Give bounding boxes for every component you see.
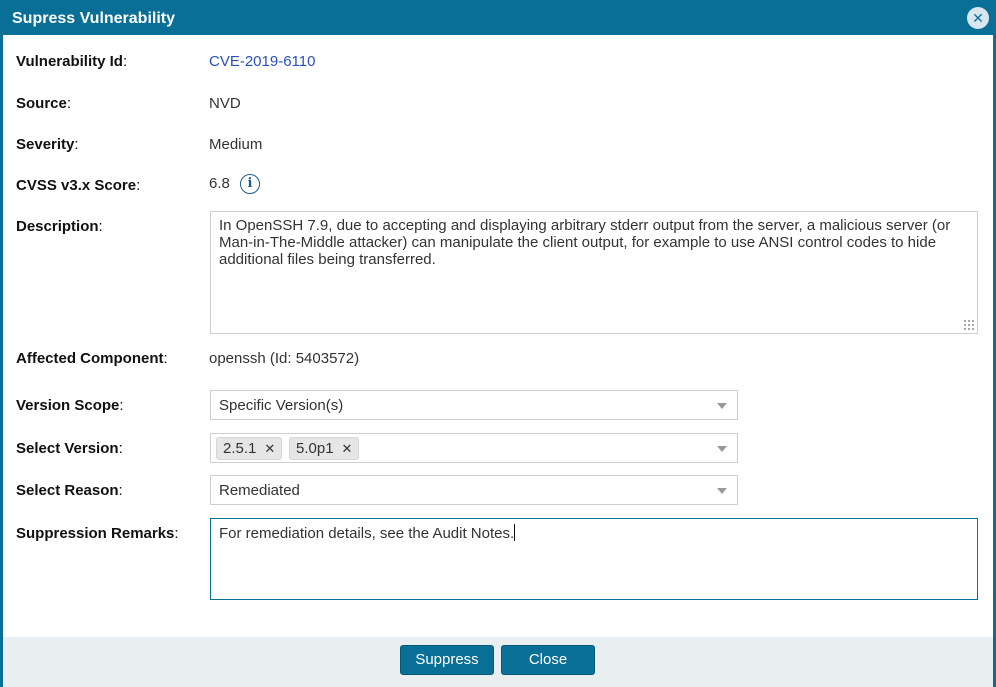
colon: : <box>118 440 123 457</box>
chevron-down-icon[interactable] <box>717 446 727 452</box>
version-scope-label: Version Scope: <box>16 397 124 414</box>
dialog-footer <box>3 637 993 687</box>
suppression-remarks-label-text: Suppression Remarks <box>16 525 175 542</box>
colon: : <box>98 218 103 235</box>
colon: : <box>74 136 79 153</box>
cvss-label-text: CVSS v3.x Score <box>16 177 137 194</box>
colon: : <box>119 397 124 414</box>
version-tag-label: 2.5.1 <box>223 440 257 457</box>
vulnerability-id-link[interactable]: CVE-2019-6110 <box>209 53 315 70</box>
colon: : <box>163 350 168 367</box>
source-label-text: Source <box>16 95 67 112</box>
version-scope-selected: Specific Version(s) <box>219 397 344 414</box>
select-version-label: Select Version: <box>16 440 123 457</box>
resize-grip-icon[interactable] <box>963 319 975 331</box>
suppress-vulnerability-dialog: Supress Vulnerability ✕ Vulnerability Id… <box>0 0 996 687</box>
suppression-remarks-textarea[interactable]: For remediation details, see the Audit N… <box>210 518 978 600</box>
select-reason-select[interactable]: Remediated <box>210 475 738 505</box>
remove-tag-icon[interactable]: ✕ <box>264 441 275 456</box>
suppression-remarks-label: Suppression Remarks: <box>16 525 179 542</box>
colon: : <box>118 482 123 499</box>
colon: : <box>122 53 128 70</box>
affected-component-value: openssh (Id: 5403572) <box>209 350 360 367</box>
suppression-remarks-text: For remediation details, see the Audit N… <box>219 525 515 542</box>
dialog-title: Supress Vulnerability <box>12 10 176 27</box>
description-label-text: Description <box>16 218 99 235</box>
info-icon[interactable]: i <box>240 174 261 194</box>
description-label: Description: <box>16 218 103 235</box>
severity-label: Severity: <box>16 136 79 153</box>
cvss-score: 6.8 <box>209 174 230 192</box>
affected-component-label-text: Affected Component <box>16 350 164 367</box>
vulnerability-id-label-text: Vulnerability Id <box>16 53 123 70</box>
version-tag-label: 5.0p1 <box>296 440 334 457</box>
version-scope-label-text: Version Scope <box>16 397 120 414</box>
select-version-multiselect[interactable]: 2.5.1 ✕ 5.0p1 ✕ <box>210 433 738 463</box>
text-cursor <box>514 524 516 541</box>
remove-tag-icon[interactable]: ✕ <box>342 441 353 456</box>
select-reason-label: Select Reason: <box>16 482 123 499</box>
colon: : <box>136 177 141 194</box>
select-reason-selected: Remediated <box>219 482 300 499</box>
select-reason-label-text: Select Reason <box>16 482 119 499</box>
version-tag: 2.5.1 ✕ <box>216 437 283 460</box>
vulnerability-id-label: Vulnerability Id: <box>16 53 127 70</box>
description-textarea[interactable]: In OpenSSH 7.9, due to accepting and dis… <box>210 211 978 334</box>
version-tag: 5.0p1 ✕ <box>289 437 360 460</box>
cvss-value-wrapper: 6.8 i <box>209 174 261 194</box>
cvss-label: CVSS v3.x Score: <box>16 177 140 194</box>
dialog-titlebar: Supress Vulnerability ✕ <box>3 3 993 35</box>
close-icon[interactable]: ✕ <box>967 7 989 29</box>
affected-component-label: Affected Component: <box>16 350 168 367</box>
suppress-button[interactable]: Suppress <box>400 645 494 675</box>
close-button[interactable]: Close <box>501 645 595 675</box>
colon: : <box>174 525 179 542</box>
chevron-down-icon[interactable] <box>717 488 727 494</box>
description-text: In OpenSSH 7.9, due to accepting and dis… <box>219 217 951 268</box>
colon: : <box>66 95 72 112</box>
chevron-down-icon[interactable] <box>717 403 727 409</box>
source-value: NVD <box>209 95 241 112</box>
version-scope-select[interactable]: Specific Version(s) <box>210 390 738 420</box>
severity-label-text: Severity <box>16 136 75 153</box>
source-label: Source: <box>16 95 71 112</box>
select-version-label-text: Select Version <box>16 440 119 457</box>
severity-value: Medium <box>209 136 263 153</box>
